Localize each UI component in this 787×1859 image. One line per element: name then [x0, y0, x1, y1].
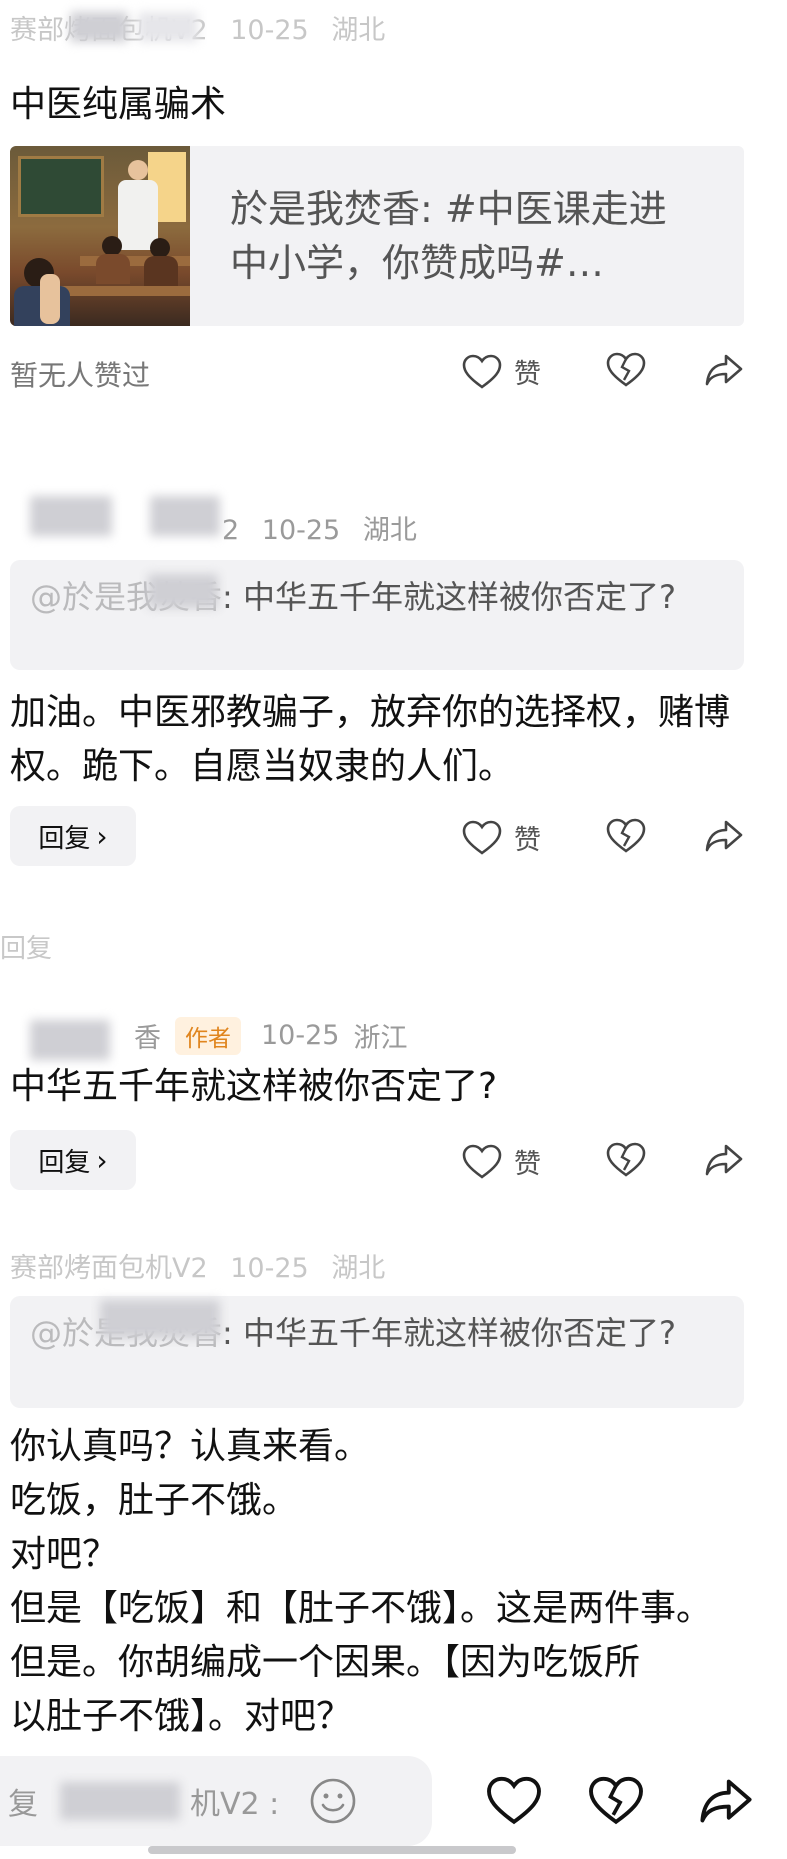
- input-placeholder-suffix: 机V2 :: [190, 1787, 280, 1822]
- comment4-location: 湖北: [331, 1253, 386, 1284]
- comment1-date: 10-25: [230, 15, 309, 46]
- broken-heart-icon[interactable]: [606, 1142, 646, 1178]
- heart-icon: [462, 1144, 502, 1180]
- reply-label: 回复: [38, 1147, 91, 1178]
- redacted-avatar: [70, 12, 128, 42]
- input-placeholder-prefix: 复: [8, 1787, 38, 1822]
- reply-label: 回复: [38, 823, 91, 854]
- reply-button[interactable]: 回复 ›: [10, 1130, 136, 1190]
- comment3-author-suffix[interactable]: 香: [134, 1016, 161, 1055]
- quote-text: 中华五千年就这样被你否定了?: [242, 1314, 676, 1352]
- redacted-mention: [100, 1300, 220, 1338]
- comment4-date: 10-25: [230, 1253, 309, 1284]
- comment3-date: 10-25: [261, 1020, 340, 1051]
- comment4-body: 你认真吗？认真来看。 吃饭，肚子不饿。 对吧？ 但是【吃饭】和【肚子不饿】。这是…: [10, 1420, 780, 1744]
- author-tag: 作者: [175, 1016, 241, 1055]
- bottom-action-bar: 复 机V2 :: [0, 1752, 787, 1846]
- like-button[interactable]: 赞: [462, 818, 541, 857]
- no-likes-text: 暂无人赞过: [10, 359, 151, 392]
- comment4-line: 对吧？: [10, 1534, 119, 1575]
- comment1-text: 中医纯属骗术: [10, 84, 227, 125]
- comment2-date: 10-25: [261, 515, 341, 546]
- comment2-text: 加油。中医邪教骗子，放弃你的选择权，赌博权。跪下。自愿当奴隶的人们。: [10, 692, 731, 787]
- redacted-name: [138, 12, 198, 42]
- chevron-right-icon: ›: [96, 819, 108, 853]
- chevron-right-icon: ›: [96, 1143, 108, 1177]
- heart-icon: [462, 354, 502, 390]
- heart-icon: [462, 820, 502, 856]
- comment4-line: 但是。你胡编成一个因果。【因为吃饭所: [10, 1642, 641, 1683]
- redacted-mention: [148, 574, 218, 608]
- like-label: 赞: [514, 1149, 541, 1180]
- comment1-location: 湖北: [331, 15, 386, 46]
- comment4-line: 但是【吃饭】和【肚子不饿】。这是两件事。: [10, 1588, 713, 1629]
- comment2-author-suffix[interactable]: 2: [222, 515, 239, 546]
- home-indicator: [148, 1846, 516, 1854]
- redacted-name: [60, 1782, 180, 1820]
- section-divider-text: 回复: [0, 934, 53, 964]
- broken-heart-icon[interactable]: [606, 818, 646, 854]
- redacted-name: [150, 496, 220, 536]
- comment4-meta: 赛部烤面包机V2 10-25 湖北: [10, 1246, 385, 1285]
- reply-input[interactable]: 复 机V2 :: [0, 1756, 432, 1846]
- comment2-location: 湖北: [362, 515, 417, 546]
- linked-post-title: 於是我焚香: #中医课走进中小学，你赞成吗#…: [230, 187, 667, 285]
- post-thumbnail: [10, 146, 190, 326]
- comment2-meta: 2 10-25 湖北: [222, 508, 417, 547]
- redacted-avatar: [30, 1020, 110, 1060]
- quote-text: 中华五千年就这样被你否定了?: [242, 578, 676, 616]
- comment4-line: 以肚子不饿】。对吧？: [10, 1696, 353, 1737]
- comment4-author[interactable]: 赛部烤面包机V2: [10, 1253, 208, 1284]
- redacted-avatar: [30, 496, 112, 536]
- share-arrow-icon[interactable]: [698, 1776, 754, 1826]
- broken-heart-icon[interactable]: [588, 1776, 644, 1826]
- like-label: 赞: [514, 825, 541, 856]
- comment4-line: 吃饭，肚子不饿。: [10, 1480, 299, 1521]
- quoted-reply[interactable]: @於是我焚香: 中华五千年就这样被你否定了?: [10, 560, 744, 670]
- like-label: 赞: [514, 359, 541, 390]
- like-button[interactable]: 赞: [462, 352, 541, 391]
- like-button[interactable]: 赞: [462, 1142, 541, 1181]
- heart-icon[interactable]: [486, 1776, 542, 1826]
- comment3-text: 中华五千年就这样被你否定了?: [10, 1066, 498, 1107]
- share-arrow-icon[interactable]: [704, 1142, 744, 1178]
- linked-post-card[interactable]: 於是我焚香: #中医课走进中小学，你赞成吗#…: [10, 146, 744, 326]
- smiley-icon[interactable]: [309, 1777, 357, 1825]
- reply-button[interactable]: 回复 ›: [10, 806, 136, 866]
- comment3-location: 浙江: [353, 1023, 408, 1054]
- broken-heart-icon[interactable]: [606, 352, 646, 388]
- comment4-line: 你认真吗？认真来看。: [10, 1426, 371, 1467]
- comment3-meta: 香 作者 10-25 浙江: [134, 1016, 407, 1055]
- share-arrow-icon[interactable]: [704, 818, 744, 854]
- share-arrow-icon[interactable]: [704, 352, 744, 388]
